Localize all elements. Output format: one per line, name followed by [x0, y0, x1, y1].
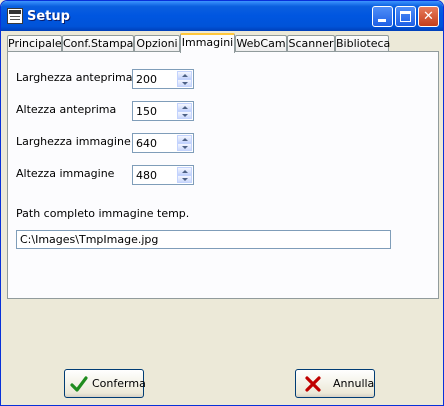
x-icon [305, 376, 321, 392]
cancel-button[interactable]: Annulla [295, 369, 375, 398]
arrow-up-icon [182, 170, 188, 173]
tab-scanner[interactable]: Scanner [287, 35, 335, 52]
spin-up-button[interactable] [177, 103, 192, 111]
app-icon [7, 8, 23, 24]
arrow-down-icon [182, 146, 188, 149]
title-bar[interactable]: Setup ✕ [1, 1, 443, 31]
altezza-immagine-value[interactable]: 480 [136, 169, 157, 182]
check-icon [70, 376, 88, 392]
tab-principale[interactable]: Principale [7, 35, 62, 52]
altezza-immagine-label: Altezza immagine [16, 167, 115, 180]
confirm-button[interactable]: Conferma [64, 369, 146, 398]
altezza-immagine-spinner[interactable]: 480 [132, 165, 194, 185]
window-title: Setup [27, 9, 70, 24]
arrow-up-icon [182, 138, 188, 141]
tab-biblioteca[interactable]: Biblioteca [335, 35, 390, 52]
arrow-up-icon [182, 106, 188, 109]
maximize-button[interactable] [395, 6, 416, 27]
minimize-icon [378, 19, 386, 22]
larghezza-anteprima-spinner[interactable]: 200 [132, 69, 194, 89]
altezza-anteprima-spinner[interactable]: 150 [132, 101, 194, 121]
spin-down-button[interactable] [177, 79, 192, 87]
cancel-label: Annulla [333, 377, 375, 390]
tab-webcam[interactable]: WebCam [235, 35, 287, 52]
close-icon: ✕ [423, 9, 434, 24]
altezza-anteprima-label: Altezza anteprima [16, 103, 117, 116]
confirm-label: Conferma [92, 377, 146, 390]
arrow-down-icon [182, 114, 188, 117]
larghezza-anteprima-label: Larghezza anteprima [16, 71, 133, 84]
setup-window: Setup ✕ Principale Conf.Stampa Opzioni I… [0, 0, 444, 406]
close-button[interactable]: ✕ [418, 6, 439, 27]
larghezza-anteprima-value[interactable]: 200 [136, 73, 157, 86]
larghezza-immagine-label: Larghezza immagine [16, 135, 131, 148]
altezza-anteprima-value[interactable]: 150 [136, 105, 157, 118]
spin-down-button[interactable] [177, 175, 192, 183]
larghezza-immagine-spinner[interactable]: 640 [132, 133, 194, 153]
path-label: Path completo immagine temp. [16, 207, 190, 220]
tab-opzioni[interactable]: Opzioni [134, 35, 180, 52]
larghezza-immagine-value[interactable]: 640 [136, 137, 157, 150]
arrow-down-icon [182, 82, 188, 85]
tab-conf-stampa[interactable]: Conf.Stampa [62, 35, 134, 52]
spin-down-button[interactable] [177, 111, 192, 119]
arrow-up-icon [182, 74, 188, 77]
tab-immagini[interactable]: Immagini [180, 33, 235, 53]
arrow-down-icon [182, 178, 188, 181]
path-input[interactable]: C:\Images\TmpImage.jpg [16, 230, 391, 249]
spin-up-button[interactable] [177, 71, 192, 79]
minimize-button[interactable] [372, 6, 393, 27]
maximize-icon [400, 11, 411, 22]
spin-up-button[interactable] [177, 167, 192, 175]
spin-down-button[interactable] [177, 143, 192, 151]
spin-up-button[interactable] [177, 135, 192, 143]
